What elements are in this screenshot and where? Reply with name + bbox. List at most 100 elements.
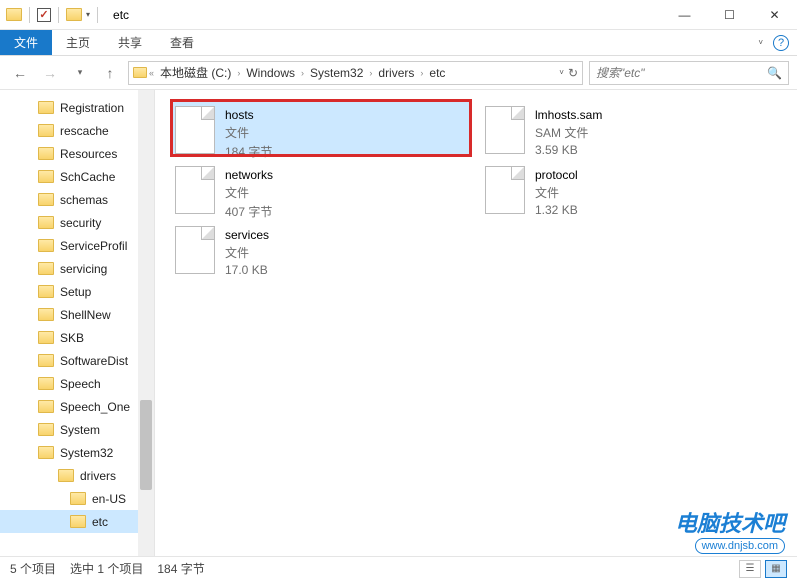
tree-item-label: schemas (60, 193, 108, 207)
breadcrumb-system32[interactable]: System32 (306, 66, 367, 80)
tree-item[interactable]: Speech_One (0, 395, 154, 418)
chevron-right-icon[interactable]: « (149, 68, 154, 78)
navigation-bar: ← → ▾ ↑ « 本地磁盘 (C:) › Windows › System32… (0, 56, 797, 90)
tree-item[interactable]: System32 (0, 441, 154, 464)
tree-item[interactable]: ServiceProfil (0, 234, 154, 257)
address-history-icon[interactable]: ˅ (559, 68, 564, 77)
breadcrumb-root[interactable]: 本地磁盘 (C:) (156, 64, 235, 81)
up-button[interactable]: ↑ (98, 61, 122, 85)
tree-item-label: System32 (60, 446, 113, 460)
view-tiles-button[interactable]: ▦ (765, 560, 787, 578)
tree-item-label: System (60, 423, 100, 437)
tab-view[interactable]: 查看 (156, 30, 208, 55)
file-type: 文件 (225, 184, 273, 201)
file-item[interactable]: lmhosts.sam SAM 文件 3.59 KB (481, 100, 781, 156)
scrollbar-track[interactable] (138, 90, 154, 556)
app-icon[interactable] (6, 8, 22, 21)
tree-item[interactable]: SchCache (0, 165, 154, 188)
maximize-button[interactable]: ☐ (707, 0, 752, 30)
breadcrumb-drivers[interactable]: drivers (374, 66, 418, 80)
breadcrumb-etc[interactable]: etc (425, 66, 449, 80)
file-list[interactable]: hosts文件184 字节 lmhosts.sam SAM 文件 3.59 KB net… (155, 90, 797, 556)
file-icon (175, 106, 215, 154)
back-button[interactable]: ← (8, 61, 32, 85)
tab-share[interactable]: 共享 (104, 30, 156, 55)
file-icon (175, 226, 215, 274)
chevron-right-icon[interactable]: › (420, 68, 423, 78)
tree-item[interactable]: SKB (0, 326, 154, 349)
selection-count: 选中 1 个项目 (70, 560, 143, 577)
help-icon[interactable]: ? (773, 35, 789, 51)
tree-item[interactable]: Speech (0, 372, 154, 395)
tree-item[interactable]: ShellNew (0, 303, 154, 326)
forward-button[interactable]: → (38, 61, 62, 85)
file-item[interactable]: networks文件407 字节 (171, 160, 471, 216)
refresh-icon[interactable]: ↻ (568, 66, 578, 80)
close-button[interactable]: ✕ (752, 0, 797, 30)
navigation-tree[interactable]: Registration rescacheResources SchCache sch… (0, 90, 155, 556)
tree-item-label: servicing (60, 262, 107, 276)
folder-icon (38, 147, 54, 160)
tree-item-label: SchCache (60, 170, 115, 184)
tree-item[interactable]: security (0, 211, 154, 234)
folder-icon (38, 124, 54, 137)
chevron-right-icon[interactable]: › (369, 68, 372, 78)
file-size: 407 字节 (225, 203, 273, 220)
tree-item[interactable]: rescache (0, 119, 154, 142)
tab-file[interactable]: 文件 (0, 30, 52, 55)
folder-icon (38, 170, 54, 183)
file-item[interactable]: hosts文件184 字节 (171, 100, 471, 156)
address-bar[interactable]: « 本地磁盘 (C:) › Windows › System32 › drive… (128, 61, 583, 85)
file-type: SAM 文件 (535, 124, 602, 141)
tree-item[interactable]: etc (0, 510, 154, 533)
tree-item[interactable]: Registration (0, 96, 154, 119)
chevron-right-icon[interactable]: › (237, 68, 240, 78)
tree-item[interactable]: System (0, 418, 154, 441)
tree-item-label: en-US (92, 492, 126, 506)
breadcrumb-windows[interactable]: Windows (242, 66, 299, 80)
recent-locations-icon[interactable]: ▾ (68, 61, 92, 85)
status-bar: 5 个项目 选中 1 个项目 184 字节 ☰ ▦ (0, 556, 797, 580)
folder-icon (38, 262, 54, 275)
qat-folder-icon[interactable] (66, 8, 82, 21)
search-box[interactable]: 🔍 (589, 61, 789, 85)
quick-access-toolbar: ✓ ▾ etc (0, 7, 129, 23)
file-item[interactable]: protocol文件1.32 KB (481, 160, 781, 216)
drive-icon (133, 67, 147, 78)
search-input[interactable] (596, 66, 767, 80)
file-name: lmhosts.sam (535, 108, 602, 122)
tree-item-label: etc (92, 515, 108, 529)
folder-icon (38, 239, 54, 252)
tab-home[interactable]: 主页 (52, 30, 104, 55)
ribbon-expand-icon[interactable]: ˅ (758, 38, 763, 47)
scrollbar-thumb[interactable] (140, 400, 152, 490)
tree-item[interactable]: drivers (0, 464, 154, 487)
folder-icon (38, 446, 54, 459)
watermark: 电脑技术吧 www.dnjsb.com (675, 506, 785, 554)
tree-item[interactable]: Resources (0, 142, 154, 165)
tree-item[interactable]: Setup (0, 280, 154, 303)
title-bar: ✓ ▾ etc — ☐ ✕ (0, 0, 797, 30)
view-details-button[interactable]: ☰ (739, 560, 761, 578)
folder-icon (38, 216, 54, 229)
file-item[interactable]: services文件17.0 KB (171, 220, 471, 276)
qat-customize-icon[interactable]: ▾ (86, 10, 90, 19)
tree-item[interactable]: servicing (0, 257, 154, 280)
tree-item[interactable]: SoftwareDist (0, 349, 154, 372)
qat-properties-icon[interactable]: ✓ (37, 8, 51, 22)
chevron-right-icon[interactable]: › (301, 68, 304, 78)
search-icon[interactable]: 🔍 (767, 66, 782, 80)
folder-icon (38, 193, 54, 206)
file-icon (485, 106, 525, 154)
file-meta: protocol文件1.32 KB (535, 164, 578, 217)
file-icon (485, 166, 525, 214)
window-title: etc (113, 8, 129, 22)
folder-icon (38, 308, 54, 321)
minimize-button[interactable]: — (662, 0, 707, 30)
file-size: 3.59 KB (535, 143, 602, 157)
file-size: 17.0 KB (225, 263, 269, 277)
tree-item[interactable]: schemas (0, 188, 154, 211)
tree-item-label: Registration (60, 101, 124, 115)
file-type: 文件 (225, 124, 272, 141)
tree-item[interactable]: en-US (0, 487, 154, 510)
